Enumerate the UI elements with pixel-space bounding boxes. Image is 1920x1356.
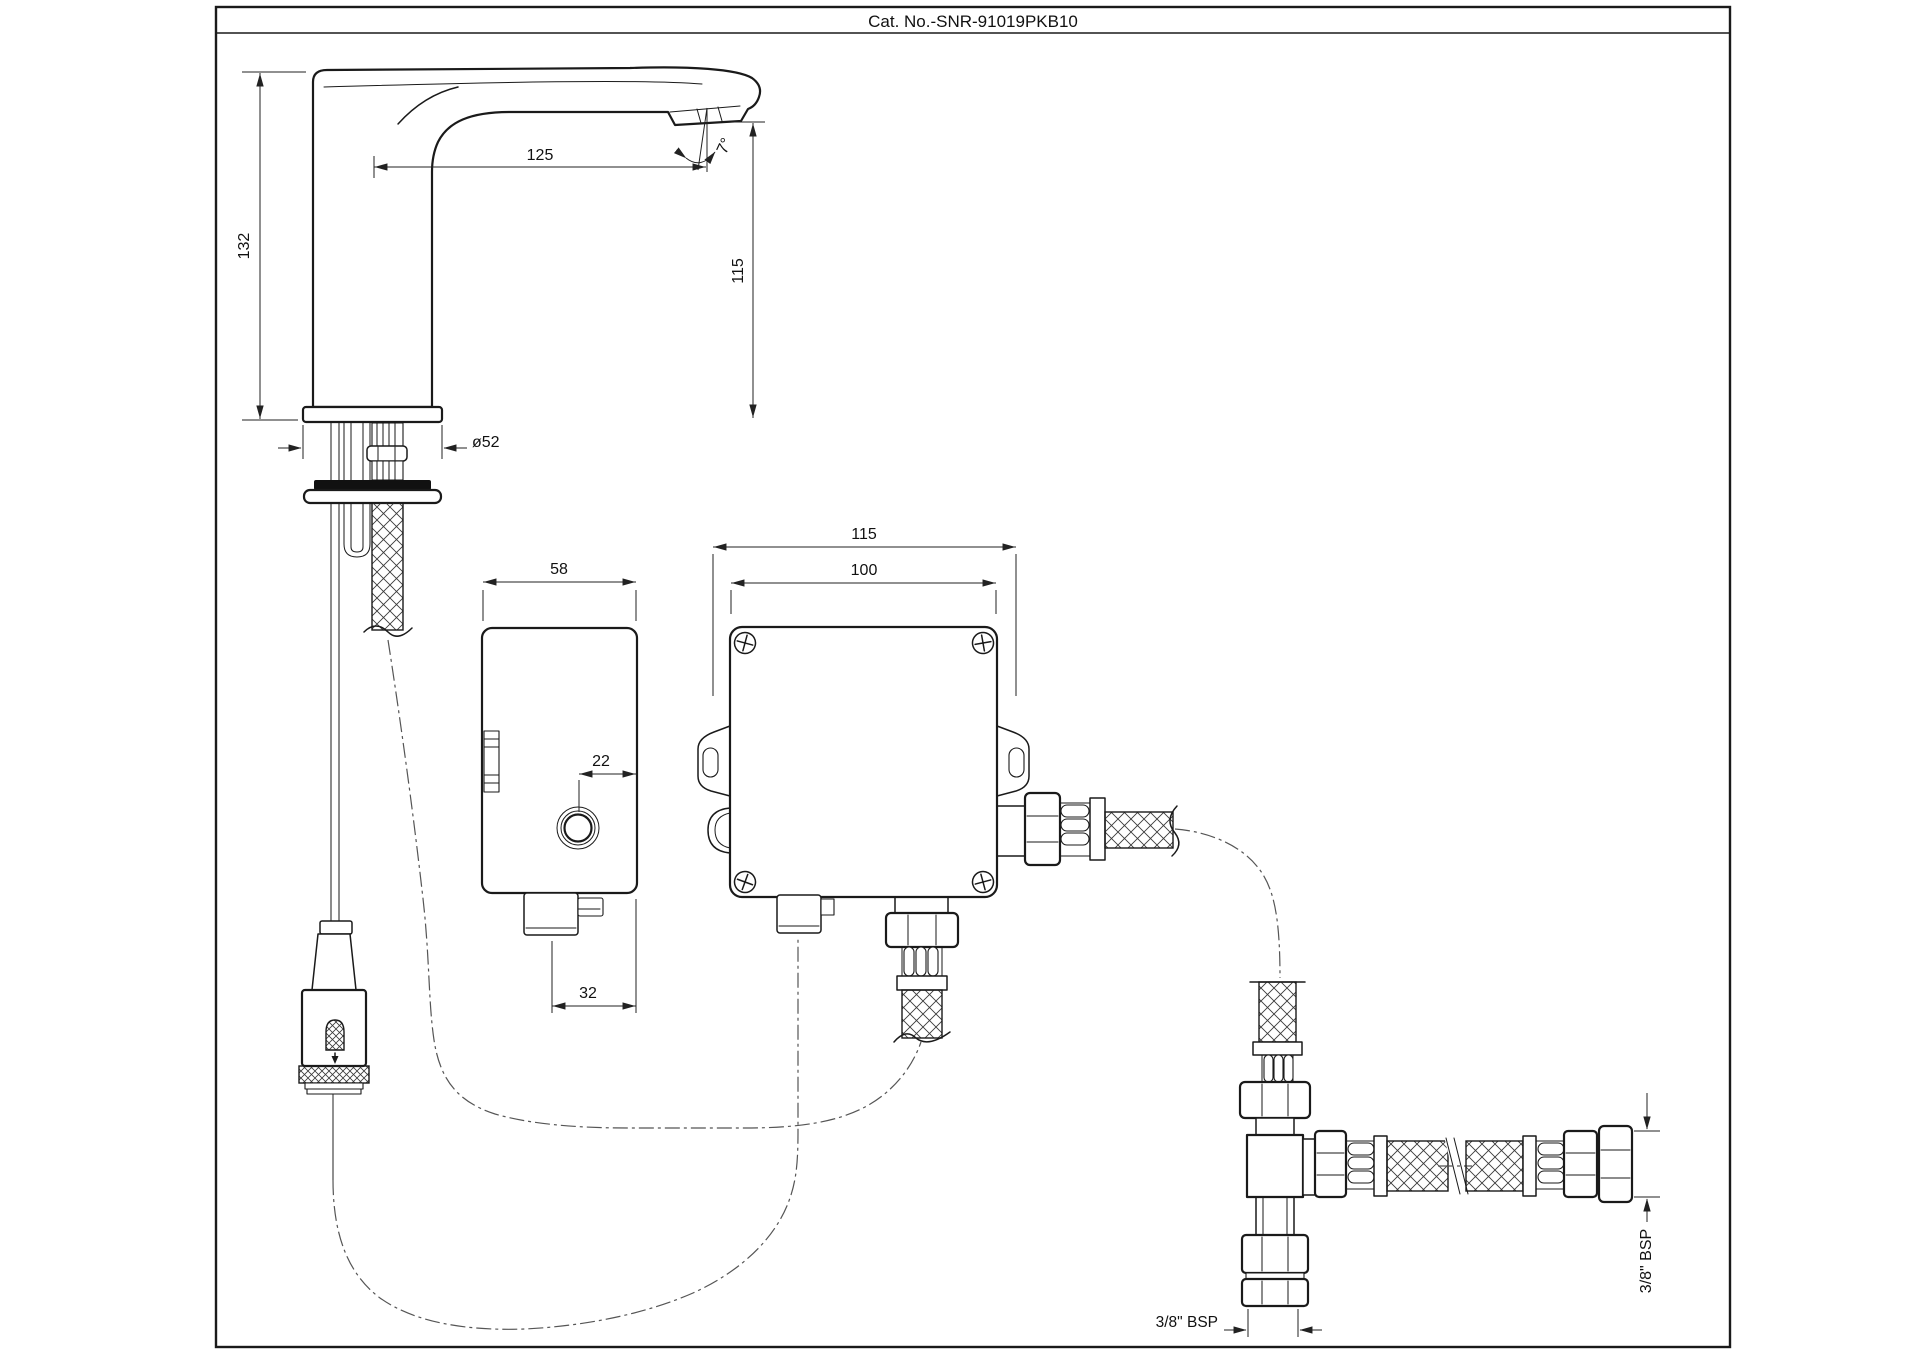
dim-box-overall-width-label: 115 (851, 526, 877, 543)
dim-total-height-label: 132 (236, 233, 253, 260)
control-unit-view (482, 628, 637, 935)
dim-spout-reach-label: 125 (527, 147, 554, 164)
dim-control-unit-width-label: 58 (550, 561, 568, 578)
installation-drawing: Cat. No.-SNR-91019PKB10 (0, 0, 1920, 1356)
deck-plate (304, 490, 441, 503)
dim-spout-height-label: 115 (730, 258, 747, 284)
rubber-gasket (314, 480, 431, 490)
junction-box-body (730, 627, 997, 897)
tee-top-hose (1259, 982, 1296, 1042)
connector-neck (312, 934, 356, 990)
threaded-shank (367, 423, 407, 480)
tee-top-nut (1240, 1082, 1310, 1118)
branch-end-nut (1599, 1126, 1632, 1202)
dim-base-diameter-label: ø52 (472, 434, 500, 451)
mounting-hole-left (703, 748, 718, 777)
dim-box-body-width-label: 100 (851, 562, 878, 579)
base-flange (303, 407, 442, 422)
inlet-thread-right-label: 3/8" BSP (1638, 1229, 1655, 1293)
knurled-ring (299, 1066, 369, 1083)
control-unit-body (482, 628, 637, 893)
connector-keyway (326, 1020, 344, 1050)
side-clip (484, 731, 499, 792)
tee-body (1247, 1135, 1303, 1197)
technical-drawing-page: Cat. No.-SNR-91019PKB10 (0, 0, 1920, 1356)
dim-connector-offset-label: 32 (579, 985, 597, 1002)
dim-sensor-offset-label: 22 (592, 753, 610, 770)
catalog-number: Cat. No.-SNR-91019PKB10 (868, 12, 1078, 31)
shank-nut (367, 446, 407, 461)
mounting-hole-right (1009, 748, 1024, 777)
inlet-thread-bottom-label: 3/8" BSP (1156, 1314, 1218, 1331)
cable-end-cap (320, 921, 352, 934)
